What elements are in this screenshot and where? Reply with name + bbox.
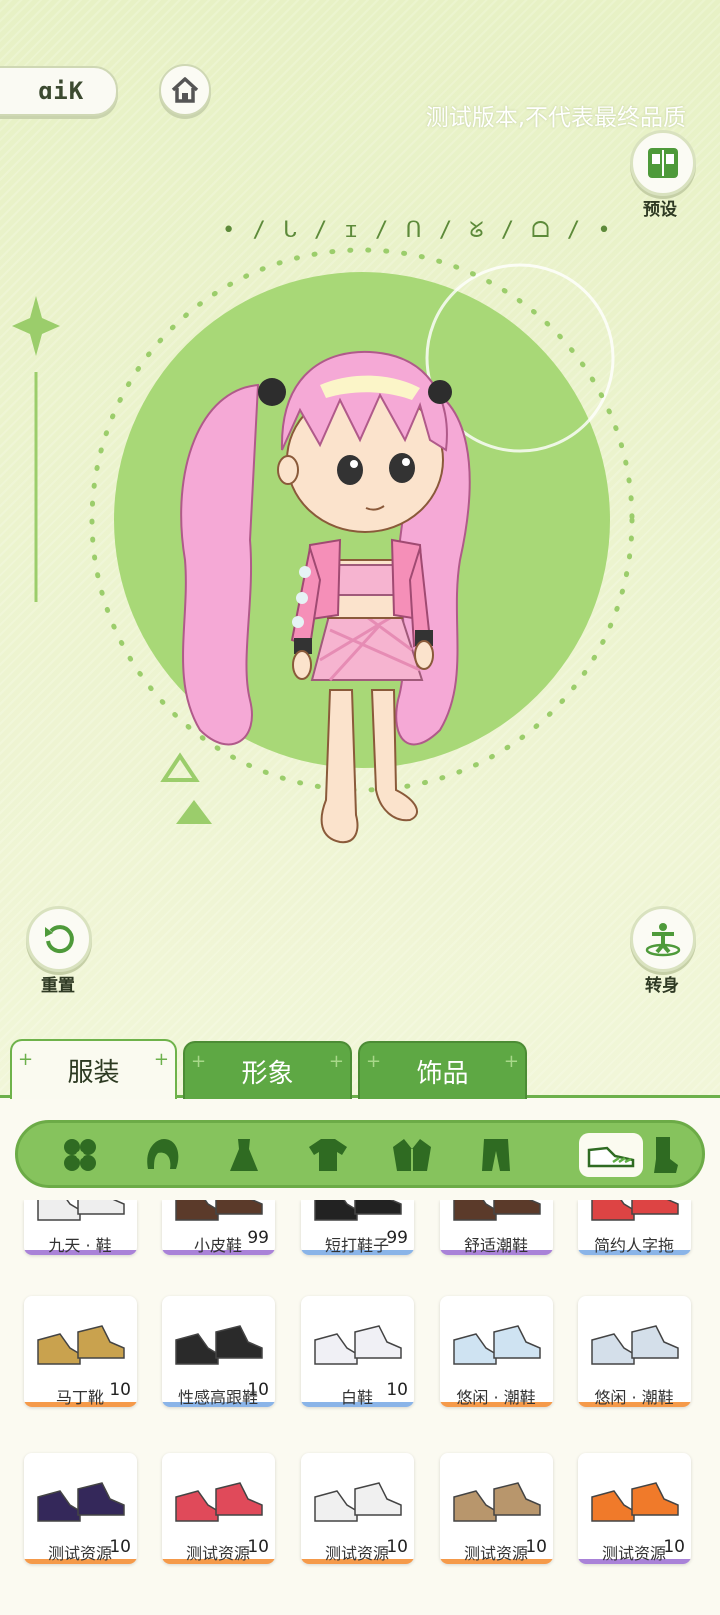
- test-version-watermark: 测试版本,不代表最终品质: [425, 105, 686, 131]
- shoe-icon[interactable]: [579, 1133, 643, 1177]
- sparkle-icon: [12, 296, 60, 356]
- item-grid: 九天 · 鞋 99 小皮鞋 99 短打鞋子 舒适潮鞋 简约人字拖 10 马丁靴 10 性感高跟鞋 10…: [0, 1200, 720, 1612]
- back-button[interactable]: ɑiK: [0, 66, 118, 116]
- shoe-item-icon: [175, 1482, 263, 1522]
- wardrobe-icon: [648, 148, 678, 178]
- item-label: 测试资源: [185, 1544, 250, 1563]
- item-label: 性感高跟鞋: [177, 1388, 258, 1407]
- shoe-item-icon: [453, 1482, 541, 1522]
- tab-accessories[interactable]: + 饰品 +: [358, 1041, 527, 1099]
- shoe-item-icon: [453, 1325, 541, 1365]
- shoe-item-icon: [175, 1200, 263, 1221]
- item-label: 测试资源: [463, 1544, 528, 1563]
- reset-icon: [45, 925, 74, 954]
- home-button[interactable]: [159, 64, 211, 116]
- item-label: 九天 · 鞋: [48, 1236, 112, 1255]
- tab-label: 饰品: [416, 1058, 469, 1089]
- preset-button[interactable]: [630, 130, 696, 196]
- back-button-label: ɑiK: [37, 77, 85, 105]
- decorative-letters: • / ᒐ / ɪ / ᑎ / ᘜ / ᗝ / •: [222, 218, 613, 243]
- item-label: 悠闲 · 潮鞋: [594, 1388, 674, 1407]
- turn-button[interactable]: [630, 906, 696, 972]
- tab-clothing[interactable]: + 服装 +: [10, 1039, 177, 1099]
- shirt-icon[interactable]: [304, 1133, 352, 1177]
- sock-icon[interactable]: [640, 1133, 688, 1177]
- shoe-item-icon: [37, 1200, 125, 1221]
- reset-button[interactable]: [26, 906, 92, 972]
- character: [180, 350, 471, 844]
- item-label: 舒适潮鞋: [463, 1236, 528, 1255]
- item-label: 马丁靴: [55, 1388, 104, 1407]
- tab-label: 形象: [241, 1058, 294, 1089]
- jacket-icon[interactable]: [388, 1133, 436, 1177]
- shoe-item-icon: [314, 1200, 402, 1221]
- hair-icon[interactable]: [138, 1133, 186, 1177]
- dress-icon[interactable]: [220, 1133, 268, 1177]
- category-bar: [15, 1120, 705, 1188]
- shoe-item-icon: [314, 1325, 402, 1365]
- tab-appearance[interactable]: + 形象 +: [183, 1041, 352, 1099]
- item-label: 测试资源: [324, 1544, 389, 1563]
- item-label: 白鞋: [340, 1388, 373, 1407]
- clover-icon[interactable]: [56, 1133, 104, 1177]
- shoe-item-icon: [314, 1482, 402, 1522]
- shoe-item-icon: [453, 1200, 541, 1221]
- turn-label: 转身: [645, 976, 679, 996]
- item-label: 小皮鞋: [193, 1236, 242, 1255]
- shoe-item-icon: [37, 1325, 125, 1365]
- home-icon: [171, 77, 199, 103]
- rotate-person-icon: [645, 923, 681, 957]
- item-label: 测试资源: [47, 1544, 112, 1563]
- shoe-item-icon: [591, 1325, 679, 1365]
- pants-icon[interactable]: [472, 1133, 520, 1177]
- reset-label: 重置: [41, 976, 75, 996]
- item-label: 简约人字拖: [593, 1236, 674, 1255]
- character-stage: [12, 247, 635, 844]
- shoe-item-icon: [591, 1200, 679, 1221]
- shoe-item-icon: [591, 1482, 679, 1522]
- tab-label: 服装: [67, 1057, 120, 1088]
- preset-label: 预设: [643, 200, 677, 220]
- item-label: 短打鞋子: [324, 1236, 389, 1255]
- shoe-item-icon: [175, 1325, 263, 1365]
- item-label: 测试资源: [601, 1544, 666, 1563]
- shoe-item-icon: [37, 1482, 125, 1522]
- item-label: 悠闲 · 潮鞋: [456, 1388, 536, 1407]
